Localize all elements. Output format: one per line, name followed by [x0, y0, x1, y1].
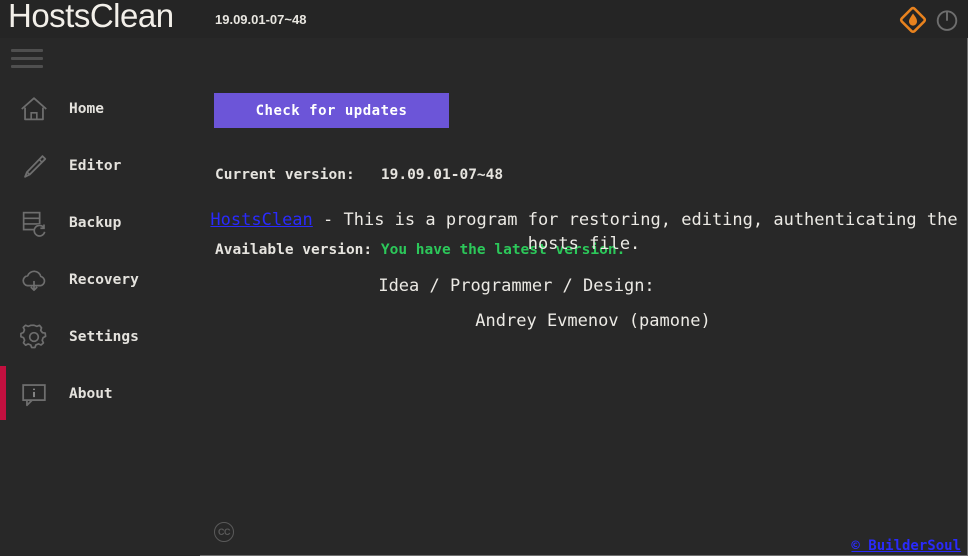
sidebar-item-label: Backup [69, 214, 122, 231]
gear-icon [17, 320, 51, 354]
creative-commons-icon: CC [214, 522, 234, 542]
sidebar-item-label: Settings [69, 328, 139, 345]
sidebar-item-settings[interactable]: Settings [0, 308, 200, 365]
flame-diamond-logo-icon[interactable] [898, 5, 928, 35]
sidebar-item-label: Editor [69, 157, 122, 174]
titlebar-actions [898, 5, 962, 35]
about-text-block: HostsClean - This is a program for resto… [200, 208, 968, 333]
about-description: HostsClean - This is a program for resto… [200, 208, 968, 256]
cloud-download-icon [17, 263, 51, 297]
database-refresh-icon [17, 206, 51, 240]
power-icon[interactable] [932, 5, 962, 35]
info-bubble-icon [17, 377, 51, 411]
active-indicator [0, 366, 6, 420]
sidebar-item-label: Recovery [69, 271, 139, 288]
home-icon [17, 92, 51, 126]
current-version-label: Current version: [215, 167, 355, 183]
active-indicator [0, 81, 6, 135]
sidebar-item-about[interactable]: About [0, 365, 200, 422]
sidebar-item-recovery[interactable]: Recovery [0, 251, 200, 308]
title-version-label: 19.09.01-07~48 [215, 12, 307, 27]
hamburger-menu-icon[interactable] [6, 44, 48, 72]
application-window: HostsClean 19.09.01-07~48 Home Editor Ba… [0, 0, 968, 556]
sidebar-item-home[interactable]: Home [0, 80, 200, 137]
sidebar-item-label: About [69, 385, 113, 402]
current-version-value: 19.09.01-07~48 [380, 167, 504, 183]
sidebar-item-label: Home [69, 100, 104, 117]
credits-role: Idea / Programmer / Design: [378, 276, 655, 296]
sidebar-item-editor[interactable]: Editor [0, 137, 200, 194]
hostsclean-link[interactable]: HostsClean [210, 210, 312, 230]
check-for-updates-button[interactable]: Check for updates [214, 93, 449, 128]
hamburger-line [11, 64, 43, 68]
content-area: 19.09.01-07~48 Current version: 19.09.01… [200, 38, 968, 556]
active-indicator [0, 252, 6, 306]
pencil-icon [17, 149, 51, 183]
hamburger-line [11, 56, 43, 60]
current-version-row: Current version: 19.09.01-07~48 [215, 163, 625, 188]
credits-name: Andrey Evmenov (pamone) [475, 311, 711, 331]
active-indicator [0, 138, 6, 192]
app-title: HostsClean [8, 0, 174, 34]
active-indicator [0, 195, 6, 249]
sidebar-item-backup[interactable]: Backup [0, 194, 200, 251]
title-bar: HostsClean 19.09.01-07~48 [0, 0, 968, 38]
hamburger-line [11, 48, 43, 52]
sidebar: Home Editor Backup Recovery Settings Abo… [0, 38, 200, 556]
builder-soul-link[interactable]: © BuilderSoul [851, 538, 961, 554]
active-indicator [0, 309, 6, 363]
sidebar-nav: Home Editor Backup Recovery Settings Abo… [0, 80, 200, 422]
about-description-text: - This is a program for restoring, editi… [312, 210, 958, 254]
